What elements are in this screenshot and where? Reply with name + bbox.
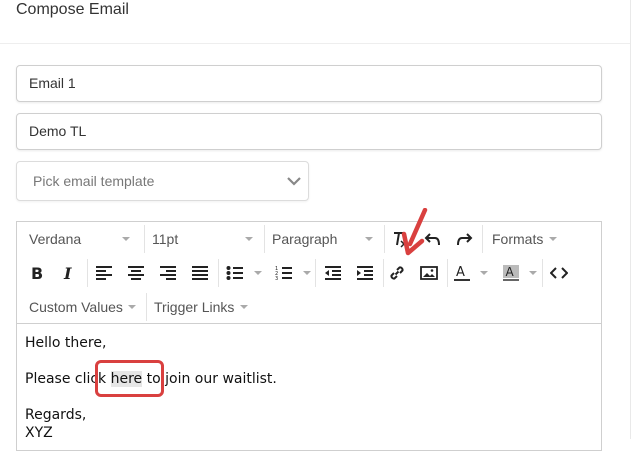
toolbar-divider: [87, 259, 88, 287]
caret-down-icon: [549, 237, 557, 241]
align-center-button[interactable]: [124, 261, 148, 285]
text-color-button[interactable]: A: [450, 261, 474, 285]
caret-down-icon[interactable]: [480, 271, 488, 275]
caret-down-icon: [245, 237, 253, 241]
toolbar-divider: [542, 259, 543, 287]
toolbar-divider: [482, 225, 483, 253]
toolbar-divider: [218, 259, 219, 287]
toolbar-divider: [264, 225, 265, 253]
svg-text:A: A: [456, 265, 465, 280]
block-format-dropdown[interactable]: Paragraph: [272, 222, 376, 256]
align-right-icon: [160, 266, 176, 280]
template-select-placeholder: Pick email template: [33, 173, 155, 189]
email-template-select[interactable]: Pick email template: [16, 161, 309, 201]
link-icon: [390, 266, 404, 280]
font-size-dropdown[interactable]: 11pt: [152, 222, 256, 256]
font-family-value: Verdana: [29, 231, 82, 247]
editor-toolbar: Verdana 11pt Paragraph Formats B I 1 2 3…: [17, 222, 601, 324]
subject-input[interactable]: Demo TL: [16, 113, 602, 150]
closing-line: Regards,: [25, 407, 87, 423]
trigger-links-label: Trigger Links: [154, 299, 235, 315]
bold-button[interactable]: B: [25, 261, 49, 285]
source-code-button[interactable]: [547, 261, 571, 285]
toolbar-divider: [315, 259, 316, 287]
toolbar-divider: [144, 225, 145, 253]
caret-down-icon: [365, 237, 373, 241]
bold-icon: B: [31, 264, 43, 282]
block-format-value: Paragraph: [272, 231, 338, 247]
redo-icon: [457, 233, 473, 246]
svg-text:3: 3: [275, 276, 278, 281]
text-color-icon: A: [454, 265, 470, 281]
background-color-button[interactable]: A: [499, 261, 523, 285]
toolbar-divider: [383, 259, 384, 287]
caret-down-icon[interactable]: [254, 271, 262, 275]
align-center-icon: [128, 266, 144, 280]
outdent-button[interactable]: [321, 261, 345, 285]
redo-button[interactable]: [452, 227, 476, 251]
font-family-dropdown[interactable]: Verdana: [29, 222, 133, 256]
bullet-list-icon: [226, 266, 243, 280]
formats-dropdown[interactable]: Formats: [492, 222, 572, 256]
signature-line: XYZ: [25, 425, 53, 441]
caret-down-icon[interactable]: [529, 271, 537, 275]
align-justify-button[interactable]: [188, 261, 212, 285]
align-left-button[interactable]: [92, 261, 116, 285]
greeting-line: Hello there,: [25, 335, 107, 351]
formats-label: Formats: [492, 231, 544, 247]
insert-link-button[interactable]: [385, 261, 409, 285]
italic-button[interactable]: I: [57, 261, 81, 285]
toolbar-row-3: Custom Values Trigger Links: [17, 290, 601, 324]
caret-down-icon: [128, 305, 136, 309]
background-color-icon: A: [503, 265, 519, 281]
custom-values-dropdown[interactable]: Custom Values: [29, 290, 141, 324]
toolbar-divider: [447, 259, 448, 287]
insert-image-button[interactable]: [417, 261, 441, 285]
page-header: Compose Email: [0, 0, 630, 44]
caret-down-icon: [240, 305, 248, 309]
source-code-icon: [550, 267, 568, 279]
link-highlight-annotation: [95, 360, 164, 397]
numbered-list-icon: 1 2 3: [275, 266, 292, 281]
align-justify-icon: [192, 266, 208, 280]
outdent-icon: [325, 266, 341, 280]
toolbar-row-1: Verdana 11pt Paragraph Formats: [17, 222, 601, 256]
svg-text:B: B: [31, 264, 43, 282]
bullet-list-button[interactable]: [223, 261, 247, 285]
email-body-editor[interactable]: Verdana 11pt Paragraph Formats B I 1 2 3…: [16, 221, 602, 451]
custom-values-label: Custom Values: [29, 299, 123, 315]
indent-icon: [357, 266, 373, 280]
svg-text:A: A: [506, 265, 515, 279]
image-icon: [420, 266, 438, 280]
font-size-value: 11pt: [152, 231, 179, 247]
caret-down-icon: [122, 237, 130, 241]
chevron-down-icon: [287, 177, 301, 186]
trigger-links-dropdown[interactable]: Trigger Links: [154, 290, 254, 324]
toolbar-divider: [146, 293, 147, 321]
panel-divider: [630, 0, 631, 439]
caret-down-icon[interactable]: [303, 271, 311, 275]
numbered-list-button[interactable]: 1 2 3: [272, 261, 296, 285]
email-name-input[interactable]: Email 1: [16, 65, 602, 102]
page-title: Compose Email: [16, 1, 129, 18]
arrow-annotation-icon: [401, 208, 428, 256]
align-left-icon: [96, 266, 112, 280]
indent-button[interactable]: [353, 261, 377, 285]
toolbar-row-2: B I 1 2 3 A A: [17, 256, 601, 290]
align-right-button[interactable]: [156, 261, 180, 285]
toolbar-divider: [384, 225, 385, 253]
italic-icon: I: [63, 264, 72, 282]
svg-text:I: I: [63, 264, 72, 282]
